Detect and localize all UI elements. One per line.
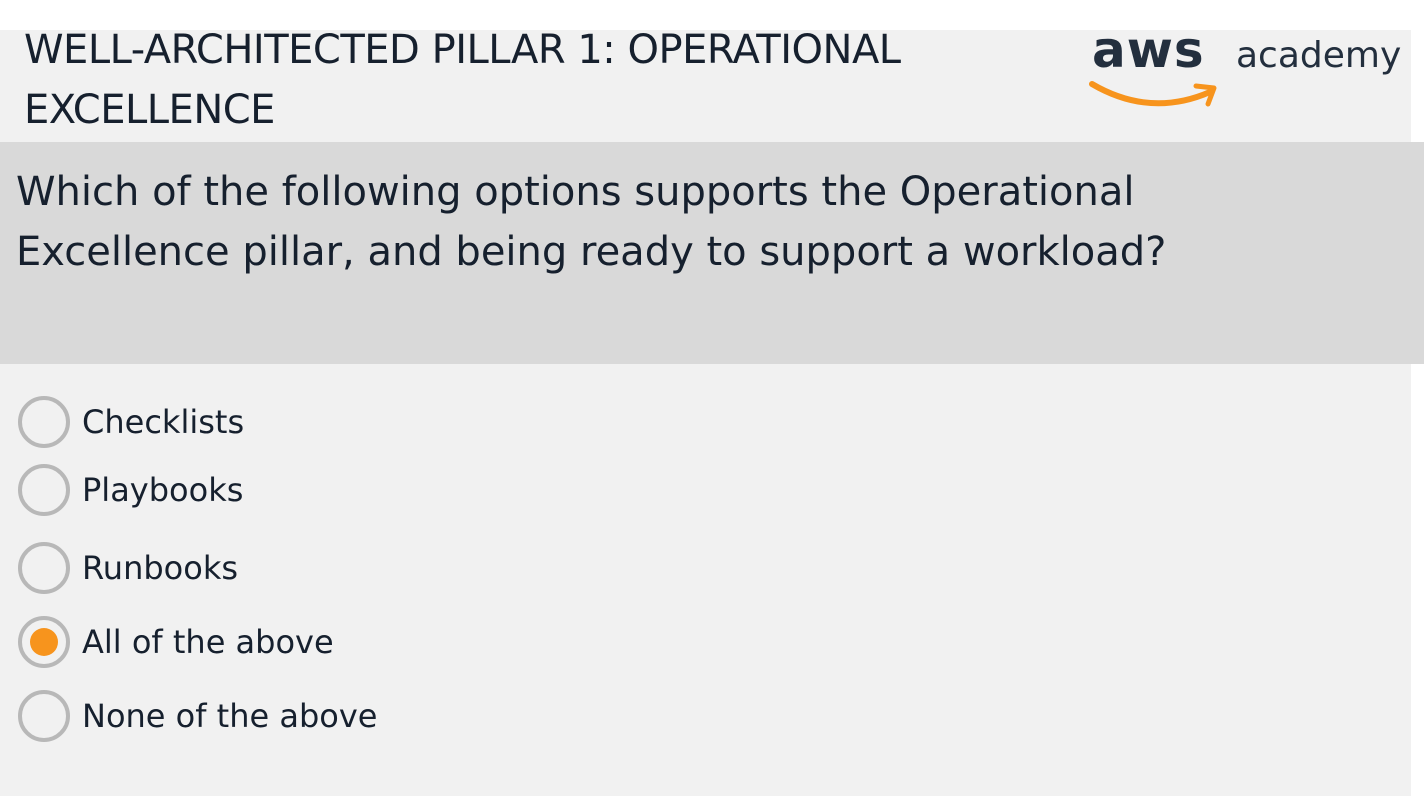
radio-button[interactable] <box>18 542 70 594</box>
option-label: Runbooks <box>82 549 239 587</box>
radio-button[interactable] <box>18 396 70 448</box>
right-margin <box>1411 30 1424 142</box>
option-none-of-the-above[interactable]: None of the above <box>18 690 818 742</box>
aws-smile-icon <box>1089 81 1217 107</box>
radio-button[interactable] <box>18 690 70 742</box>
question-text: Which of the following options supports … <box>16 169 1167 275</box>
option-label: All of the above <box>82 623 334 661</box>
radio-selected-dot <box>30 628 58 656</box>
option-runbooks[interactable]: Runbooks <box>18 542 818 594</box>
radio-button[interactable] <box>18 464 70 516</box>
option-all-of-the-above[interactable]: All of the above <box>18 616 818 668</box>
logo-academy-text: academy <box>1236 35 1402 76</box>
page-title: WELL-ARCHITECTED PILLAR 1: OPERATIONAL E… <box>24 27 901 133</box>
option-checklists[interactable]: Checklists <box>18 396 818 448</box>
option-playbooks[interactable]: Playbooks <box>18 464 818 516</box>
option-label: Playbooks <box>82 471 244 509</box>
option-label: None of the above <box>82 697 378 735</box>
aws-academy-logo: aws academy <box>1088 21 1402 112</box>
logo-aws-text: aws <box>1092 21 1205 79</box>
radio-button[interactable] <box>18 616 70 668</box>
option-label: Checklists <box>82 403 245 441</box>
